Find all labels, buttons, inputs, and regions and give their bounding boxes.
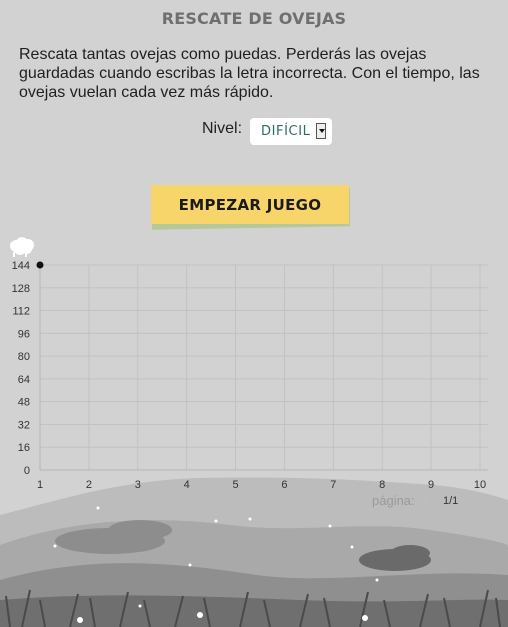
y-tick-label: 128 <box>12 283 30 295</box>
sheep-icon <box>10 237 34 257</box>
pagination-label: página: <box>372 493 415 508</box>
x-tick-label: 5 <box>232 479 238 491</box>
y-tick-label: 112 <box>12 306 30 318</box>
pagination-current-page: 1/1 <box>443 495 459 507</box>
x-tick-label: 2 <box>86 479 92 491</box>
x-tick-label: 9 <box>428 479 434 491</box>
y-tick-label: 16 <box>18 442 30 454</box>
x-tick-label: 7 <box>330 479 336 491</box>
chevron-left-icon[interactable]: ‹ <box>423 493 427 508</box>
y-tick-label: 0 <box>24 465 30 477</box>
x-tick-label: 1 <box>37 479 43 491</box>
y-tick-label: 96 <box>18 328 30 340</box>
y-tick-label: 48 <box>18 397 30 409</box>
chevron-right-icon[interactable]: › <box>470 493 474 508</box>
x-tick-label: 6 <box>281 479 287 491</box>
rescued-sheep-chart: 0 16 32 48 64 80 96 112 128 144 1 2 3 4 5 6 7 8 9 10 <box>10 237 488 491</box>
data-point <box>36 261 44 269</box>
y-tick-label: 32 <box>18 419 30 431</box>
y-tick-label: 80 <box>18 351 30 363</box>
x-tick-label: 10 <box>474 479 486 491</box>
y-tick-label: 64 <box>18 374 30 386</box>
y-tick-label: 144 <box>12 260 30 272</box>
x-tick-label: 8 <box>379 479 385 491</box>
x-tick-label: 3 <box>135 479 141 491</box>
x-tick-label: 4 <box>184 479 190 491</box>
